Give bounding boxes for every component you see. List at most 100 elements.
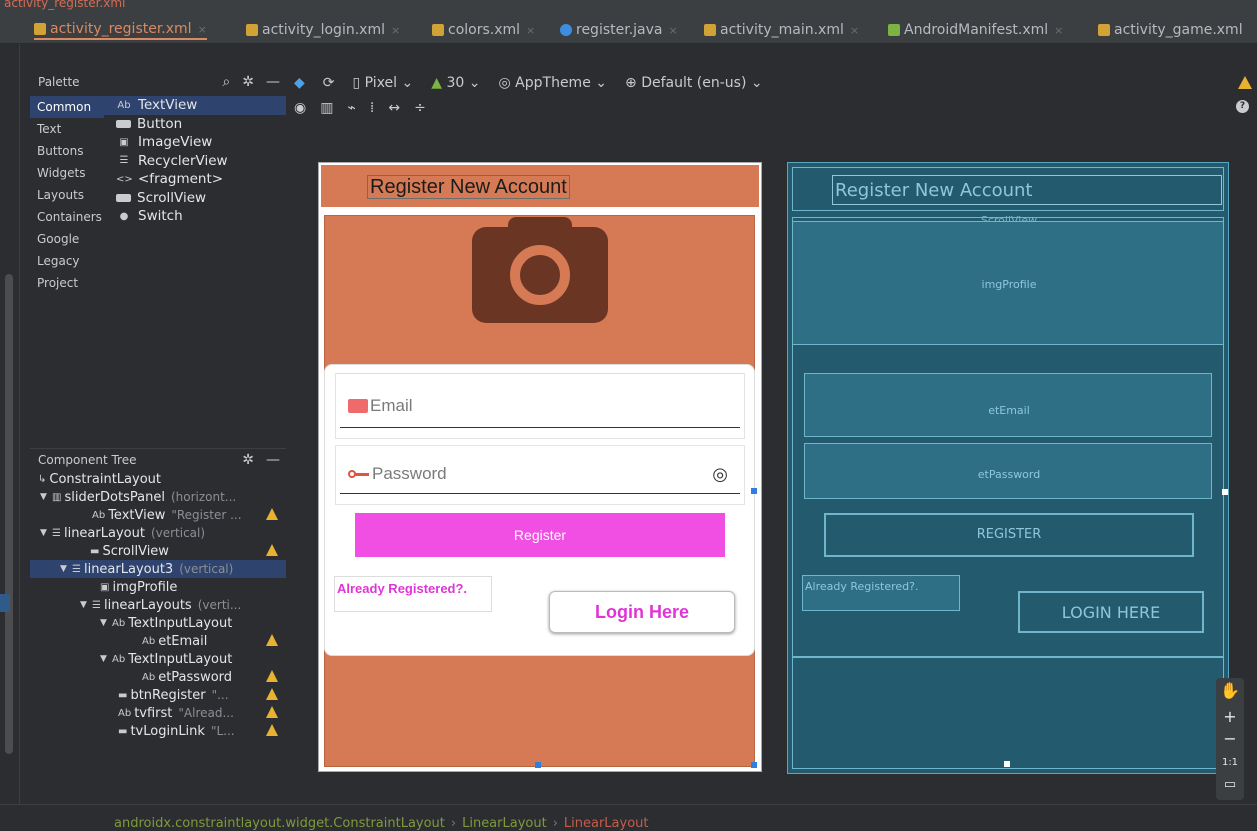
blueprint-imgprofile[interactable]: imgProfile bbox=[792, 221, 1224, 345]
zoom-fit-icon[interactable]: ▭ bbox=[1216, 774, 1244, 796]
clear-constraints-icon[interactable]: ⁞ bbox=[370, 100, 374, 116]
gear-icon[interactable]: ✲ bbox=[242, 74, 254, 90]
palette-category-legacy[interactable]: Legacy bbox=[30, 250, 104, 272]
register-button[interactable]: Register bbox=[355, 513, 725, 557]
warning-icon[interactable] bbox=[266, 706, 278, 718]
tab-activity-register[interactable]: activity_register.xml × bbox=[34, 20, 207, 40]
minimize-icon[interactable]: — bbox=[266, 74, 280, 90]
tab-colors[interactable]: colors.xml × bbox=[432, 20, 535, 40]
close-icon[interactable]: × bbox=[391, 24, 400, 37]
palette-item-scrollview[interactable]: ScrollView bbox=[104, 189, 286, 208]
expand-arrow-icon[interactable]: ▼ bbox=[80, 600, 92, 610]
zoom-one-to-one-button[interactable]: 1:1 bbox=[1216, 752, 1244, 774]
gear-icon[interactable]: ✲ bbox=[242, 452, 254, 468]
tab-activity-game[interactable]: activity_game.xml bbox=[1098, 20, 1243, 40]
expand-arrow-icon[interactable]: ▼ bbox=[100, 654, 112, 664]
warning-icon[interactable] bbox=[266, 670, 278, 682]
tree-node-btnregister[interactable]: ▬ btnRegister "... bbox=[30, 686, 286, 704]
appbar-title[interactable]: Register New Account bbox=[367, 175, 570, 199]
tree-node-textinputlayout-email[interactable]: ▼ Ab TextInputLayout bbox=[30, 614, 286, 632]
autoconnect-icon[interactable]: ⌁ bbox=[347, 100, 355, 116]
camera-icon[interactable] bbox=[472, 217, 608, 323]
blueprint-etemail[interactable]: etEmail bbox=[804, 373, 1212, 437]
warning-icon[interactable] bbox=[1238, 76, 1252, 89]
tree-node-sliderdotspanel[interactable]: ▼ ▥ sliderDotsPanel (horizont... bbox=[30, 488, 286, 506]
design-surface-icon[interactable]: ◆ bbox=[294, 75, 305, 91]
palette-item-switch[interactable]: ● Switch bbox=[104, 207, 286, 226]
blueprint-tvfirst[interactable]: Already Registered?. bbox=[802, 575, 960, 611]
close-icon[interactable]: × bbox=[850, 24, 859, 37]
close-icon[interactable]: × bbox=[198, 23, 207, 36]
palette-category-containers[interactable]: Containers bbox=[30, 206, 104, 228]
palette-item-imageview[interactable]: ▣ ImageView bbox=[104, 133, 286, 152]
pan-hand-icon[interactable]: ✋ bbox=[1216, 680, 1244, 702]
blueprint-footer-area[interactable] bbox=[792, 657, 1224, 769]
resize-handle[interactable] bbox=[751, 762, 757, 768]
breadcrumb-item[interactable]: androidx.constraintlayout.widget.Constra… bbox=[114, 816, 445, 831]
zoom-in-icon[interactable]: + bbox=[1216, 706, 1244, 728]
tab-activity-main[interactable]: activity_main.xml × bbox=[704, 20, 859, 40]
warning-icon[interactable] bbox=[266, 688, 278, 700]
expand-arrow-icon[interactable]: ▼ bbox=[40, 492, 52, 502]
orientation-icon[interactable]: ⟳ bbox=[323, 75, 335, 91]
tree-node-linearlayout3[interactable]: ▼ ☰ linearLayout3 (vertical) bbox=[30, 560, 286, 578]
breadcrumb-item[interactable]: LinearLayout bbox=[462, 816, 547, 831]
blueprint-tvloginlink[interactable]: LOGIN HERE bbox=[1018, 591, 1204, 633]
warning-icon[interactable] bbox=[266, 508, 278, 520]
tab-register-java[interactable]: register.java × bbox=[560, 20, 678, 40]
palette-item-textview[interactable]: Ab TextView bbox=[104, 96, 286, 115]
tree-node-etpassword[interactable]: Ab etPassword bbox=[30, 668, 286, 686]
view-options-icon[interactable]: ◉ bbox=[294, 100, 306, 116]
vertical-scrollbar[interactable] bbox=[5, 274, 13, 754]
blueprint-preview[interactable]: Register New Account ScrollView imgProfi… bbox=[787, 162, 1229, 774]
tree-node-etemail[interactable]: Ab etEmail bbox=[30, 632, 286, 650]
tree-node-tvloginlink[interactable]: ▬ tvLoginLink "L... bbox=[30, 722, 286, 740]
blueprint-etpassword[interactable]: etPassword bbox=[804, 443, 1212, 499]
palette-category-project[interactable]: Project bbox=[30, 272, 104, 294]
tree-node-textinputlayout-password[interactable]: ▼ Ab TextInputLayout bbox=[30, 650, 286, 668]
search-icon[interactable]: ⌕ bbox=[222, 74, 230, 90]
device-dropdown[interactable]: ▯ Pixel ⌄ bbox=[353, 75, 414, 91]
palette-category-common[interactable]: Common bbox=[30, 96, 104, 118]
palette-category-widgets[interactable]: Widgets bbox=[30, 162, 104, 184]
already-registered-text[interactable]: Already Registered?. bbox=[334, 576, 492, 612]
palette-category-google[interactable]: Google bbox=[30, 228, 104, 250]
tree-node-scrollview[interactable]: ▬ ScrollView bbox=[30, 542, 286, 560]
minimize-icon[interactable]: — bbox=[266, 452, 280, 468]
horizontal-expand-icon[interactable]: ↔ bbox=[388, 100, 400, 116]
warning-icon[interactable] bbox=[266, 544, 278, 556]
blueprint-title-box[interactable]: Register New Account bbox=[832, 175, 1222, 205]
palette-category-layouts[interactable]: Layouts bbox=[30, 184, 104, 206]
close-icon[interactable]: × bbox=[669, 24, 678, 37]
tree-node-textview[interactable]: Ab TextView "Register ... bbox=[30, 506, 286, 524]
tree-node-linearlayout[interactable]: ▼ ☰ linearLayout (vertical) bbox=[30, 524, 286, 542]
tab-android-manifest[interactable]: AndroidManifest.xml × bbox=[888, 20, 1063, 40]
api-dropdown[interactable]: ▲ 30 ⌄ bbox=[431, 75, 480, 91]
help-icon[interactable]: ? bbox=[1236, 100, 1249, 113]
guideline-icon[interactable]: ÷ bbox=[414, 100, 426, 116]
zoom-out-icon[interactable]: − bbox=[1216, 728, 1244, 750]
close-icon[interactable]: × bbox=[1054, 24, 1063, 37]
palette-category-text[interactable]: Text bbox=[30, 118, 104, 140]
resize-handle[interactable] bbox=[751, 488, 757, 494]
tree-node-tvfirst[interactable]: Ab tvfirst "Alread... bbox=[30, 704, 286, 722]
resize-handle[interactable] bbox=[1004, 761, 1010, 767]
columns-icon[interactable]: ▥ bbox=[320, 100, 333, 116]
password-field[interactable]: Password ◎ bbox=[335, 445, 745, 505]
palette-item-button[interactable]: Button bbox=[104, 115, 286, 134]
warning-icon[interactable] bbox=[266, 634, 278, 646]
expand-arrow-icon[interactable]: ▼ bbox=[100, 618, 112, 628]
warning-icon[interactable] bbox=[266, 724, 278, 736]
appbar[interactable]: Register New Account bbox=[321, 165, 759, 207]
login-here-button[interactable]: Login Here bbox=[549, 591, 735, 633]
email-field[interactable]: Email bbox=[335, 373, 745, 439]
palette-item-fragment[interactable]: <> <fragment> bbox=[104, 170, 286, 189]
resize-handle[interactable] bbox=[535, 762, 541, 768]
tab-activity-login[interactable]: activity_login.xml × bbox=[246, 20, 400, 40]
locale-dropdown[interactable]: ⊕ Default (en-us) ⌄ bbox=[625, 75, 763, 91]
close-icon[interactable]: × bbox=[526, 24, 535, 37]
theme-dropdown[interactable]: ◎ AppTheme ⌄ bbox=[499, 75, 608, 91]
visibility-off-icon[interactable]: ◎ bbox=[712, 464, 728, 485]
tree-node-linearlayouts[interactable]: ▼ ☰ linearLayouts (verti... bbox=[30, 596, 286, 614]
resize-handle[interactable] bbox=[1222, 489, 1228, 495]
